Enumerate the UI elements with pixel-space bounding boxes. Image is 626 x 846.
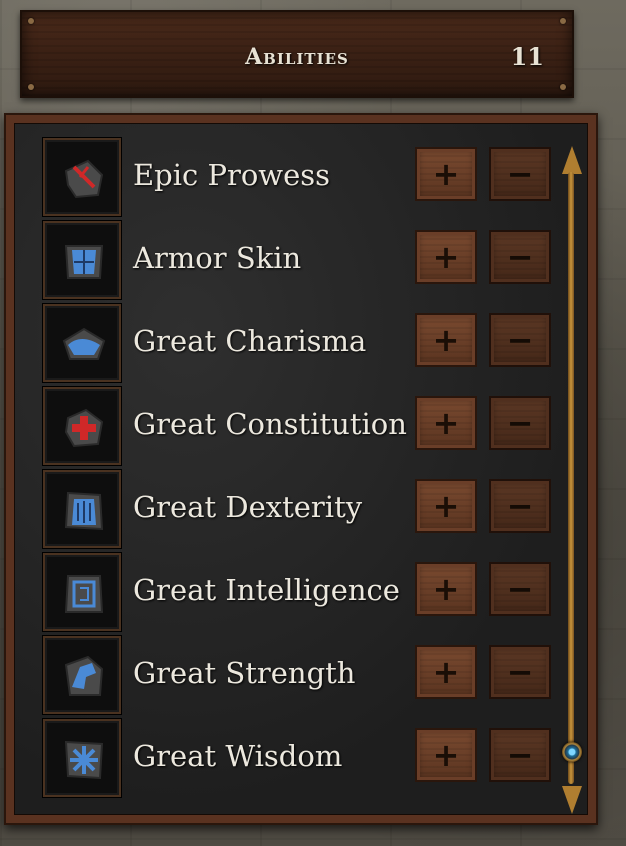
increase-button[interactable]: + [415,479,477,533]
decrease-button[interactable]: − [489,728,551,782]
abilities-list: Epic Prowess + − Armor Skin + − Great Ch… [14,123,588,815]
plus-icon: + [432,736,460,774]
increase-button[interactable]: + [415,645,477,699]
plus-icon: + [432,155,460,193]
ability-name: Great Strength [133,656,356,690]
ability-name: Great Wisdom [133,739,343,773]
plus-icon: + [432,570,460,608]
nail-decoration [28,84,34,90]
decrease-button[interactable]: − [489,479,551,533]
ability-points-count: 11 [510,42,544,71]
decrease-button[interactable]: − [489,147,551,201]
decrease-button[interactable]: − [489,562,551,616]
decrease-button[interactable]: − [489,396,551,450]
plus-icon: + [432,321,460,359]
plus-icon: + [432,653,460,691]
abilities-panel: Epic Prowess + − Armor Skin + − Great Ch… [4,113,598,825]
plus-icon: + [432,487,460,525]
tome-icon [43,553,121,631]
flexed-arm-icon [43,636,121,714]
ability-row-epic-prowess: Epic Prowess + − [33,138,553,216]
ability-name: Great Intelligence [133,573,400,607]
ability-row-great-charisma: Great Charisma + − [33,304,553,382]
scrollbar[interactable] [555,146,589,814]
ability-name: Great Constitution [133,407,407,441]
minus-icon: − [506,404,534,442]
increase-button[interactable]: + [415,313,477,367]
minus-icon: − [506,736,534,774]
ability-row-great-dexterity: Great Dexterity + − [33,470,553,548]
minus-icon: − [506,155,534,193]
increase-button[interactable]: + [415,147,477,201]
ability-name: Great Charisma [133,324,367,358]
rune-star-icon [43,719,121,797]
increase-button[interactable]: + [415,562,477,616]
handshake-icon [43,304,121,382]
nail-decoration [560,18,566,24]
decrease-button[interactable]: − [489,313,551,367]
ability-row-great-intelligence: Great Intelligence + − [33,553,553,631]
red-cross-icon [43,387,121,465]
abilities-header: Abilities 11 [20,10,574,98]
crossed-blades-icon [43,138,121,216]
decrease-button[interactable]: − [489,645,551,699]
scroll-track[interactable] [568,172,574,784]
scroll-thumb[interactable] [562,742,582,762]
minus-icon: − [506,321,534,359]
scroll-down-arrow-icon[interactable] [562,786,582,814]
increase-button[interactable]: + [415,230,477,284]
plus-icon: + [432,238,460,276]
header-title: Abilities [245,44,349,70]
increase-button[interactable]: + [415,728,477,782]
minus-icon: − [506,487,534,525]
minus-icon: − [506,653,534,691]
ability-row-great-constitution: Great Constitution + − [33,387,553,465]
ability-name: Armor Skin [133,241,302,275]
decrease-button[interactable]: − [489,230,551,284]
ability-row-armor-skin: Armor Skin + − [33,221,553,299]
ability-name: Epic Prowess [133,158,331,192]
dexterity-hand-icon [43,470,121,548]
increase-button[interactable]: + [415,396,477,450]
minus-icon: − [506,238,534,276]
plus-icon: + [432,404,460,442]
minus-icon: − [506,570,534,608]
armor-shield-icon [43,221,121,299]
scroll-up-arrow-icon[interactable] [562,146,582,174]
ability-name: Great Dexterity [133,490,363,524]
nail-decoration [560,84,566,90]
ability-row-great-wisdom: Great Wisdom + − [33,719,553,797]
nail-decoration [28,18,34,24]
ability-row-great-strength: Great Strength + − [33,636,553,714]
